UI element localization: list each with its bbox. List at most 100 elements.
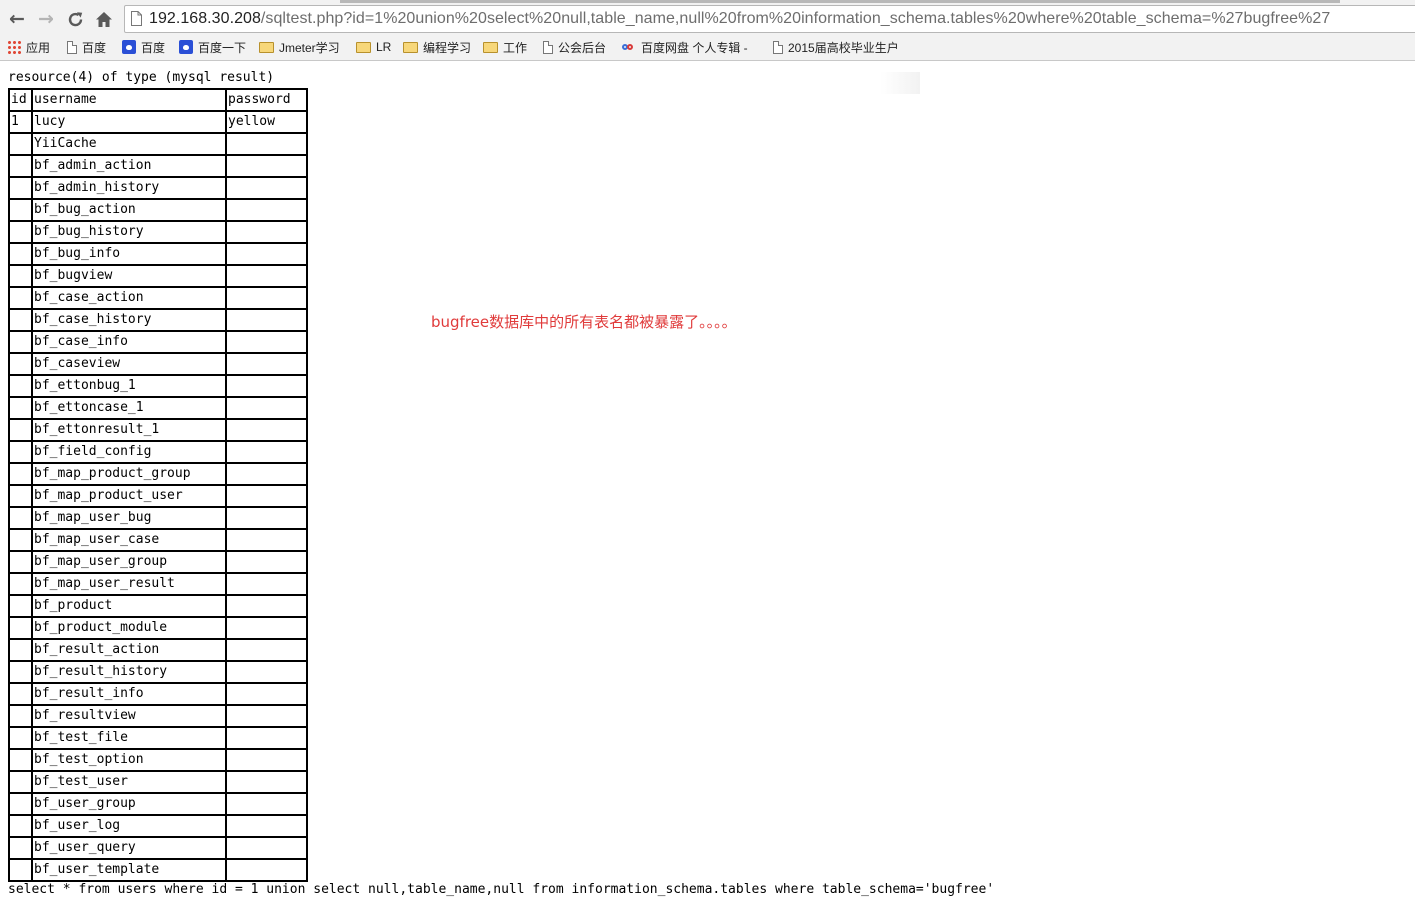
baidu-paw-icon	[179, 40, 193, 54]
baidu-paw-icon	[122, 40, 136, 54]
cell-password	[226, 177, 307, 199]
bookmark-label: 应用	[26, 40, 51, 55]
cell-password	[226, 463, 307, 485]
bookmark-folder-work[interactable]: 工作	[483, 38, 527, 56]
table-row: bf_user_template	[9, 859, 307, 881]
bookmark-label: 公会后台	[558, 40, 607, 55]
table-row: bf_field_config	[9, 441, 307, 463]
cell-id	[9, 331, 32, 353]
cell-username: bf_user_template	[32, 859, 226, 881]
table-row: bf_resultview	[9, 705, 307, 727]
bookmark-baidu-pan[interactable]: 百度网盘 个人专辑 -	[621, 38, 748, 56]
bookmark-folder-programming[interactable]: 编程学习	[403, 38, 471, 56]
page-icon	[543, 40, 553, 54]
table-row: bf_case_action	[9, 287, 307, 309]
cell-password	[226, 639, 307, 661]
cell-id	[9, 463, 32, 485]
forward-button[interactable]: →	[34, 7, 58, 31]
cell-username: bf_ettonbug_1	[32, 375, 226, 397]
table-row: bf_product_module	[9, 617, 307, 639]
bookmark-label: LR	[376, 40, 392, 54]
cell-password	[226, 837, 307, 859]
cell-password	[226, 529, 307, 551]
cell-username: bf_test_option	[32, 749, 226, 771]
cell-id	[9, 287, 32, 309]
cell-password: yellow	[226, 111, 307, 133]
cell-password	[226, 727, 307, 749]
cell-username: bf_field_config	[32, 441, 226, 463]
bookmark-baidu-search[interactable]: 百度一下	[179, 38, 246, 56]
bookmark-guild-admin[interactable]: 公会后台	[543, 38, 606, 56]
home-button[interactable]	[92, 7, 116, 31]
table-row: bf_admin_action	[9, 155, 307, 177]
cell-password	[226, 419, 307, 441]
table-row: bf_bug_action	[9, 199, 307, 221]
cell-password	[226, 507, 307, 529]
cell-id	[9, 529, 32, 551]
cell-username: bf_user_log	[32, 815, 226, 837]
table-row: bf_test_user	[9, 771, 307, 793]
table-row: bf_product	[9, 595, 307, 617]
cell-password	[226, 793, 307, 815]
resource-line: resource(4) of type (mysql result)	[8, 70, 275, 85]
cell-username: bf_test_user	[32, 771, 226, 793]
table-row: bf_map_user_group	[9, 551, 307, 573]
cell-password	[226, 331, 307, 353]
cell-password	[226, 133, 307, 155]
cell-id	[9, 199, 32, 221]
header-cell-password: password	[226, 89, 307, 111]
cell-password	[226, 771, 307, 793]
bookmarks-overflow-fade	[880, 72, 920, 94]
arrow-right-icon: →	[38, 8, 54, 30]
cell-password	[226, 859, 307, 881]
table-row: bf_map_user_bug	[9, 507, 307, 529]
back-button[interactable]: ←	[5, 7, 29, 31]
bookmark-folder-jmeter[interactable]: Jmeter学习	[259, 38, 340, 56]
cell-id	[9, 353, 32, 375]
table-row: bf_ettonresult_1	[9, 419, 307, 441]
table-row: bf_map_user_result	[9, 573, 307, 595]
bookmark-graduates[interactable]: 2015届高校毕业生户	[773, 38, 899, 56]
table-row: bf_ettonbug_1	[9, 375, 307, 397]
result-table: id username password 1 lucy yellow YiiCache bf_…	[8, 88, 308, 882]
table-row: bf_map_product_group	[9, 463, 307, 485]
cell-username: bf_product_module	[32, 617, 226, 639]
address-bar[interactable]: 192.168.30.208/sqltest.php?id=1%20union%…	[124, 5, 1415, 33]
cell-username: bf_user_query	[32, 837, 226, 859]
cell-password	[226, 353, 307, 375]
table-row: bf_bugview	[9, 265, 307, 287]
reload-button[interactable]	[63, 7, 87, 31]
url-host: 192.168.30.208	[149, 10, 261, 27]
cell-id	[9, 375, 32, 397]
cell-password	[226, 595, 307, 617]
apps-icon	[7, 40, 21, 54]
bookmarks-bar: 应用 百度 百度 百度一下 Jmeter学习 LR 编程学习 工作 公会后台 百…	[0, 36, 1415, 94]
cell-password	[226, 441, 307, 463]
cell-username: bf_caseview	[32, 353, 226, 375]
cell-id	[9, 243, 32, 265]
cell-username: lucy	[32, 111, 226, 133]
table-row: bf_result_info	[9, 683, 307, 705]
cell-username: bf_ettoncase_1	[32, 397, 226, 419]
url-text[interactable]: 192.168.30.208/sqltest.php?id=1%20union%…	[149, 10, 1330, 28]
table-row: bf_test_option	[9, 749, 307, 771]
folder-icon	[259, 41, 274, 53]
reload-icon	[68, 11, 82, 26]
bookmark-label: 工作	[503, 40, 528, 55]
cell-id	[9, 485, 32, 507]
page-icon	[773, 40, 783, 54]
bookmark-folder-lr[interactable]: LR	[356, 38, 391, 56]
table-row: 1 lucy yellow	[9, 111, 307, 133]
home-icon	[96, 11, 112, 27]
bookmark-baidu[interactable]: 百度	[122, 38, 165, 56]
cell-username: bf_admin_history	[32, 177, 226, 199]
cell-username: bf_map_user_bug	[32, 507, 226, 529]
cell-id	[9, 595, 32, 617]
cell-username: YiiCache	[32, 133, 226, 155]
cell-id	[9, 771, 32, 793]
cell-id	[9, 419, 32, 441]
cell-password	[226, 683, 307, 705]
page-icon	[67, 40, 77, 54]
bookmark-apps[interactable]: 应用	[7, 38, 50, 56]
bookmark-baidu-page[interactable]: 百度	[67, 38, 106, 56]
